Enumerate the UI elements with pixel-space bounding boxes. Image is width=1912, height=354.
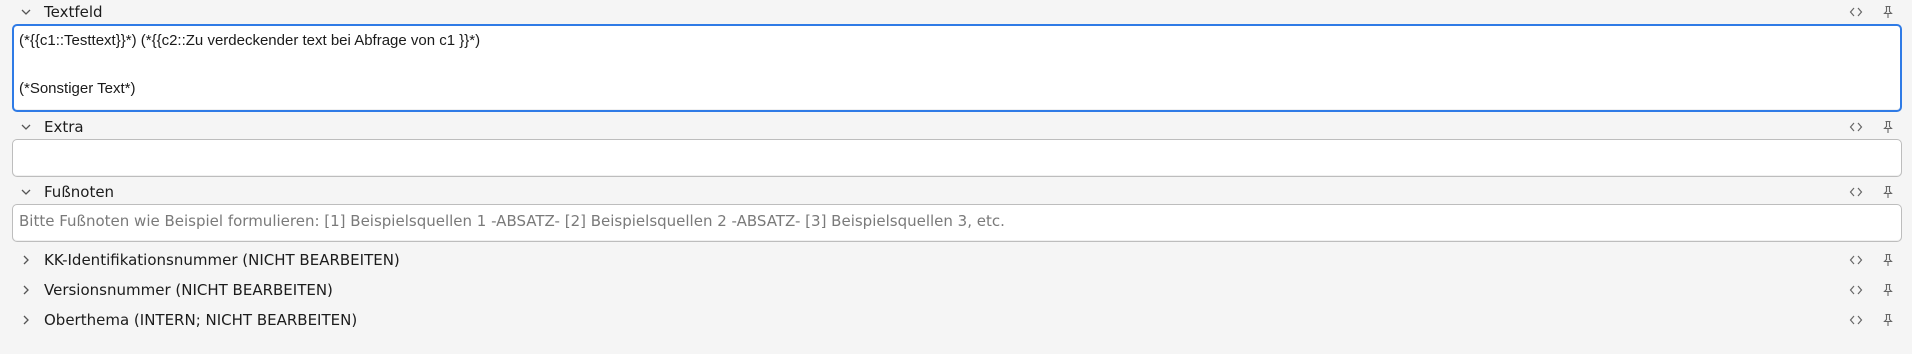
- field-header-oberthema[interactable]: Oberthema (INTERN; NICHT BEARBEITEN): [12, 305, 1902, 335]
- code-brackets-icon[interactable]: [1848, 252, 1864, 268]
- code-brackets-icon[interactable]: [1848, 312, 1864, 328]
- field-label: Textfeld: [44, 3, 103, 21]
- code-brackets-icon[interactable]: [1848, 119, 1864, 135]
- field-header-extra[interactable]: Extra: [12, 115, 1902, 139]
- field-actions: [1848, 245, 1896, 275]
- field-actions: [1848, 180, 1896, 204]
- field-actions: [1848, 115, 1896, 139]
- pin-icon[interactable]: [1880, 4, 1896, 20]
- textfeld-editor[interactable]: (*{{c1::Testtext}}*) (*{{c2::Zu verdecke…: [12, 24, 1902, 112]
- field-label: Versionsnummer (NICHT BEARBEITEN): [44, 281, 333, 299]
- field-actions: [1848, 275, 1896, 305]
- field-label: Extra: [44, 118, 84, 136]
- pin-icon[interactable]: [1880, 282, 1896, 298]
- field-header-textfeld[interactable]: Textfeld: [12, 0, 1902, 24]
- code-brackets-icon[interactable]: [1848, 184, 1864, 200]
- field-actions: [1848, 305, 1896, 335]
- fussnoten-placeholder: Bitte Fußnoten wie Beispiel formulieren:…: [19, 212, 1005, 230]
- field-oberthema: Oberthema (INTERN; NICHT BEARBEITEN): [12, 305, 1902, 335]
- pin-icon[interactable]: [1880, 119, 1896, 135]
- text-line: (*Sonstiger Text*): [19, 80, 136, 97]
- field-label: Fußnoten: [44, 183, 115, 201]
- text-line: [19, 53, 1895, 77]
- chevron-down-icon[interactable]: [18, 119, 34, 135]
- code-brackets-icon[interactable]: [1848, 4, 1864, 20]
- chevron-right-icon[interactable]: [18, 252, 34, 268]
- fussnoten-editor[interactable]: Bitte Fußnoten wie Beispiel formulieren:…: [12, 204, 1902, 242]
- field-actions: [1848, 0, 1896, 24]
- code-brackets-icon[interactable]: [1848, 282, 1864, 298]
- text-line: [19, 144, 1895, 168]
- pin-icon[interactable]: [1880, 184, 1896, 200]
- pin-icon[interactable]: [1880, 252, 1896, 268]
- text-line: (*{{c1::Testtext}}*) (*{{c2::Zu verdecke…: [19, 32, 481, 49]
- field-header-version[interactable]: Versionsnummer (NICHT BEARBEITEN): [12, 275, 1902, 305]
- field-kk-identifikationsnummer: KK-Identifikationsnummer (NICHT BEARBEIT…: [12, 245, 1902, 275]
- chevron-down-icon[interactable]: [18, 184, 34, 200]
- field-fussnoten: Fußnoten Bitte Fußnoten wie Beispiel for…: [12, 180, 1902, 242]
- field-versionsnummer: Versionsnummer (NICHT BEARBEITEN): [12, 275, 1902, 305]
- chevron-right-icon[interactable]: [18, 282, 34, 298]
- note-editor: Textfeld (*{{c1::Testtext}}*) (*{{c2::Zu…: [0, 0, 1912, 354]
- chevron-down-icon[interactable]: [18, 4, 34, 20]
- field-textfeld: Textfeld (*{{c1::Testtext}}*) (*{{c2::Zu…: [12, 0, 1902, 112]
- field-header-fussnoten[interactable]: Fußnoten: [12, 180, 1902, 204]
- field-extra: Extra: [12, 115, 1902, 177]
- field-header-kk-id[interactable]: KK-Identifikationsnummer (NICHT BEARBEIT…: [12, 245, 1902, 275]
- field-label: KK-Identifikationsnummer (NICHT BEARBEIT…: [44, 251, 400, 269]
- extra-editor[interactable]: [12, 139, 1902, 177]
- pin-icon[interactable]: [1880, 312, 1896, 328]
- chevron-right-icon[interactable]: [18, 312, 34, 328]
- field-label: Oberthema (INTERN; NICHT BEARBEITEN): [44, 311, 358, 329]
